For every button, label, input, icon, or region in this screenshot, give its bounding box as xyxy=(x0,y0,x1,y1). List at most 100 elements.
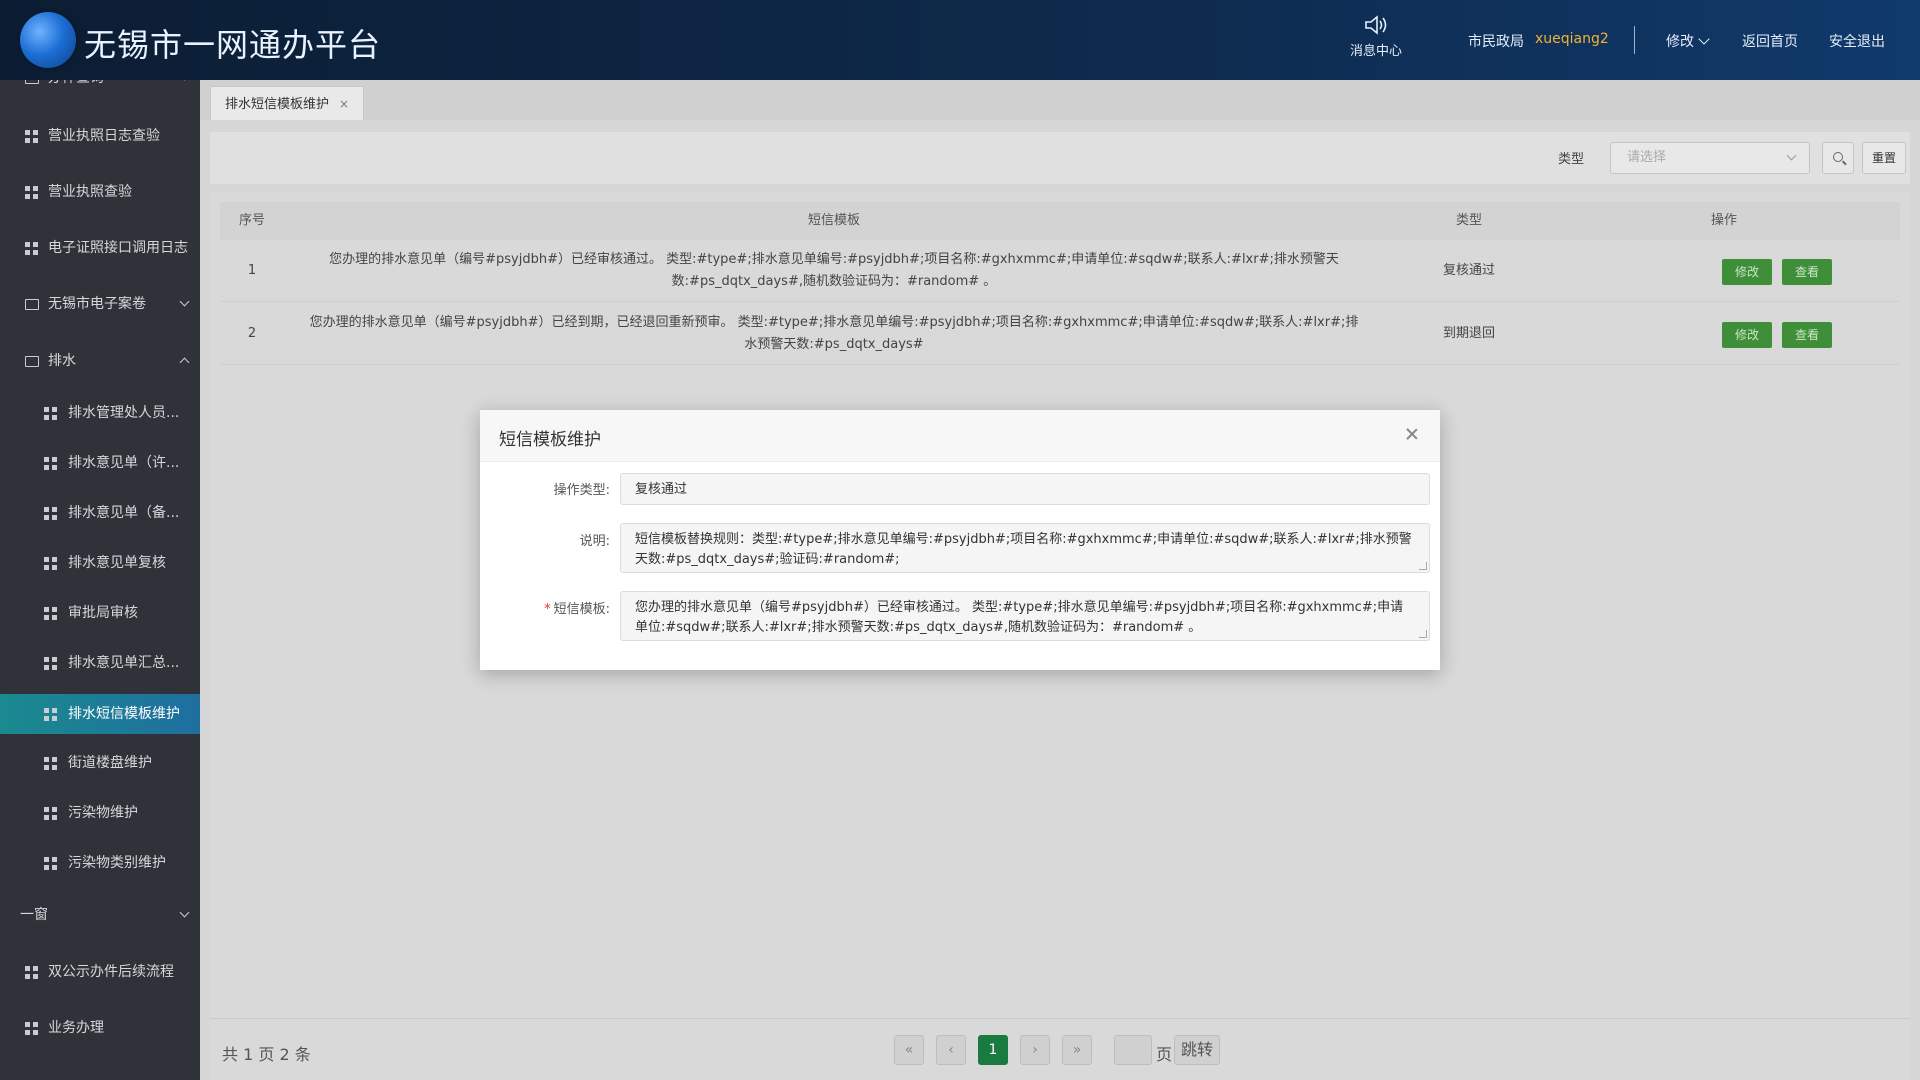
grid-icon xyxy=(25,130,38,143)
page-unit-label: 页 xyxy=(1156,1045,1173,1064)
sidebar-item[interactable]: 营业执照查验 xyxy=(0,172,200,212)
template-textarea[interactable]: 您办理的排水意见单（编号#psyjdbh#）已经审核通过。 类型:#type#;… xyxy=(620,591,1430,641)
edit-button[interactable]: 修改 xyxy=(1722,259,1772,285)
view-button[interactable]: 查看 xyxy=(1782,259,1832,285)
col-action-header: 操作 xyxy=(1710,213,1737,228)
sidebar-item-label: 污染物类别维护 xyxy=(68,855,166,871)
user-department: 市民政局 xyxy=(1468,34,1524,50)
sidebar-item-label: 营业执照日志查验 xyxy=(48,128,160,144)
prev-page-button[interactable]: ‹ xyxy=(936,1035,966,1065)
row-index: 1 xyxy=(247,263,257,278)
grid-icon xyxy=(44,757,57,770)
folder-icon xyxy=(25,356,39,367)
sidebar-item[interactable]: 街道楼盘维护 xyxy=(0,743,200,783)
tab-sms-template[interactable]: 排水短信模板维护 × xyxy=(210,86,365,120)
sidebar-item-label: 营业执照查验 xyxy=(48,184,132,200)
tab-close-icon[interactable]: × xyxy=(339,97,349,111)
reset-button[interactable]: 重置 xyxy=(1862,142,1906,174)
type-filter-label: 类型 xyxy=(1558,152,1585,167)
chevron-down-icon xyxy=(1698,33,1710,45)
sidebar-item[interactable]: 一窗 xyxy=(0,895,200,935)
sidebar-item[interactable]: 营业执照日志查验 xyxy=(0,116,200,156)
next-page-button[interactable]: › xyxy=(1020,1035,1050,1065)
first-page-button[interactable]: « xyxy=(894,1035,924,1065)
sidebar-item[interactable]: 排水短信模板维护 xyxy=(0,694,200,734)
sidebar-item[interactable]: 排水意见单（备... xyxy=(0,493,200,533)
view-button[interactable]: 查看 xyxy=(1782,322,1832,348)
grid-icon xyxy=(44,857,57,870)
sidebar-item[interactable]: 双公示办件后续流程 xyxy=(0,952,200,992)
edit-button[interactable]: 修改 xyxy=(1722,322,1772,348)
sidebar-item-label: 双公示办件后续流程 xyxy=(48,964,174,980)
desc-textarea[interactable]: 短信模板替换规则：类型:#type#;排水意见单编号:#psyjdbh#;项目名… xyxy=(620,523,1430,573)
sidebar-item[interactable]: 无锡市电子案卷 xyxy=(0,284,200,324)
message-center-label: 消息中心 xyxy=(1349,44,1402,59)
resize-grip-icon[interactable] xyxy=(1419,630,1427,638)
sidebar-item-label: 排水意见单（备... xyxy=(68,505,180,521)
sidebar-item-label: 一窗 xyxy=(20,907,48,923)
search-button[interactable] xyxy=(1822,142,1854,174)
col-template-header: 短信模板 xyxy=(807,213,860,228)
folder-icon xyxy=(25,80,39,84)
sidebar-item[interactable]: 污染物类别维护 xyxy=(0,843,200,883)
sidebar-item[interactable]: 电子证照接口调用日志 xyxy=(0,228,200,268)
home-link[interactable]: 返回首页 xyxy=(1742,31,1798,51)
modify-menu[interactable]: 修改 xyxy=(1666,31,1710,51)
chevron-up-icon xyxy=(179,357,190,368)
message-center-button[interactable]: 消息中心 xyxy=(1340,14,1412,59)
template-label: * 短信模板: xyxy=(544,598,610,617)
sidebar-item[interactable]: 办件查询 xyxy=(0,80,200,98)
sidebar-item-label: 排水 xyxy=(48,353,76,369)
tab-label: 排水短信模板维护 xyxy=(225,97,330,112)
grid-icon xyxy=(25,186,38,199)
sidebar-item-label: 排水意见单汇总... xyxy=(68,655,180,671)
chevron-down-icon xyxy=(179,907,190,918)
type-select-placeholder: 请选择 xyxy=(1627,150,1667,165)
resize-grip-icon[interactable] xyxy=(1419,562,1427,570)
table-row: 1 您办理的排水意见单（编号#psyjdbh#）已经审核通过。 类型:#type… xyxy=(220,240,1900,302)
page-number-input[interactable] xyxy=(1114,1035,1152,1065)
jump-button[interactable]: 跳转 xyxy=(1174,1035,1220,1065)
grid-icon xyxy=(25,1022,38,1035)
last-page-button[interactable]: » xyxy=(1062,1035,1092,1065)
logout-link[interactable]: 安全退出 xyxy=(1829,31,1885,51)
sms-template-dialog: 短信模板维护 操作类型: 复核通过 说明: 短信模板替换规则：类型:#type#… xyxy=(480,410,1440,670)
template-value: 您办理的排水意见单（编号#psyjdbh#）已经审核通过。 类型:#type#;… xyxy=(635,600,1404,635)
sidebar-item[interactable]: 污染物维护 xyxy=(0,793,200,833)
speaker-icon xyxy=(1365,15,1387,35)
sidebar-item-label: 办件查询 xyxy=(48,80,104,98)
op-type-label: 操作类型: xyxy=(553,483,610,498)
sidebar-item-label: 无锡市电子案卷 xyxy=(48,296,146,312)
current-page[interactable]: 1 xyxy=(978,1035,1008,1065)
folder-icon xyxy=(25,299,39,310)
total-count: 共 1 页 2 条 xyxy=(222,1045,311,1064)
modify-label: 修改 xyxy=(1666,34,1694,50)
user-name[interactable]: xueqiang2 xyxy=(1535,31,1609,47)
close-icon[interactable] xyxy=(1404,426,1420,442)
sidebar-item[interactable]: 排水意见单复核 xyxy=(0,543,200,583)
row-type: 到期退回 xyxy=(1442,326,1495,341)
col-index-header: 序号 xyxy=(238,213,265,228)
row-index: 2 xyxy=(247,326,257,341)
op-type-field[interactable]: 复核通过 xyxy=(620,473,1430,505)
type-select[interactable]: 请选择 xyxy=(1610,142,1810,174)
sidebar-item[interactable]: 排水管理处人员... xyxy=(0,393,200,433)
sidebar-item[interactable]: 排水意见单汇总... xyxy=(0,643,200,683)
dialog-header: 短信模板维护 xyxy=(480,410,1440,462)
app-logo xyxy=(20,12,76,68)
sidebar-item[interactable]: 业务办理 xyxy=(0,1008,200,1048)
sidebar-item-label: 排水管理处人员... xyxy=(68,405,180,421)
chevron-down-icon xyxy=(1786,150,1797,161)
sidebar-item-label: 排水意见单（许... xyxy=(68,455,180,471)
grid-icon xyxy=(44,708,57,721)
search-icon-handle xyxy=(1842,160,1847,166)
sidebar-item-label: 电子证照接口调用日志 xyxy=(48,240,188,256)
chevron-down-icon xyxy=(179,296,190,307)
sidebar-item[interactable]: 排水 xyxy=(0,341,200,381)
sidebar-item[interactable]: 审批局审核 xyxy=(0,593,200,633)
grid-icon xyxy=(44,607,57,620)
desc-label: 说明: xyxy=(579,534,610,549)
sidebar-item-label: 排水短信模板维护 xyxy=(68,706,180,722)
header-divider xyxy=(1634,26,1635,54)
sidebar-item[interactable]: 排水意见单（许... xyxy=(0,443,200,483)
